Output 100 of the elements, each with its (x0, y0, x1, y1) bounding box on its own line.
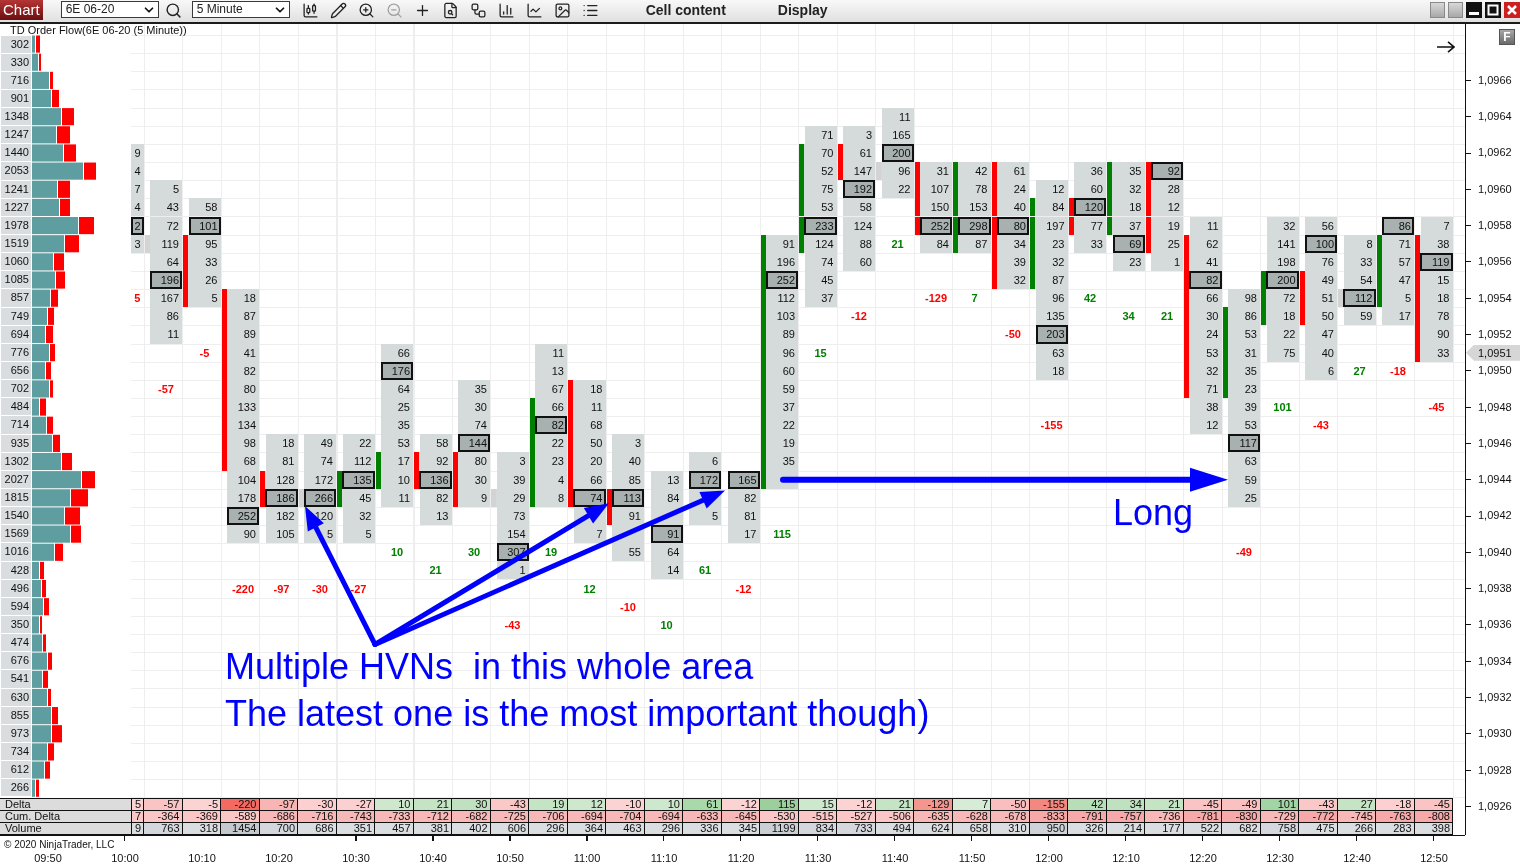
table-cell: 658 (952, 823, 991, 835)
footprint-cell: 14 (650, 561, 683, 580)
pencil-icon[interactable] (329, 2, 347, 19)
minimize-icon[interactable] (1466, 2, 1482, 18)
table-cell: 15 (798, 799, 837, 811)
table-cell: -729 (1260, 811, 1299, 823)
footprint-cell: 91 (650, 525, 683, 544)
volume-label: 302 (1, 35, 31, 53)
footprint-cell: 266 (298, 488, 336, 507)
volume-label: 935 (1, 434, 31, 452)
table-cell: 364 (567, 823, 606, 835)
table-cell: 7 (132, 811, 144, 823)
volume-label: 330 (1, 53, 31, 71)
instrument-dropdown[interactable]: 6E 06-20 (60, 1, 159, 18)
list-icon[interactable] (581, 2, 599, 19)
footprint-cell: 89 (221, 325, 259, 344)
tile-button[interactable] (1430, 2, 1445, 18)
table-cell: 494 (875, 823, 914, 835)
footprint-cell: 17 (727, 525, 760, 544)
file-search-icon[interactable] (441, 2, 459, 19)
price-label: 1,0952 (1478, 327, 1512, 341)
footprint-cell: 13 (419, 506, 452, 526)
delta-value: 21 (1160, 309, 1174, 325)
menu-item[interactable]: Display (777, 0, 828, 20)
delta-value: 10 (660, 617, 673, 633)
time-label: 10:20 (264, 852, 294, 865)
volume-label: 1085 (1, 271, 31, 289)
footprint-cell: 40 (612, 452, 644, 471)
table-cell: 682 (1222, 823, 1261, 835)
tile-button[interactable] (1448, 2, 1463, 18)
table-cell: 606 (490, 823, 529, 835)
footprint-cell: 5 (150, 180, 182, 199)
line-chart-icon[interactable] (525, 2, 543, 19)
footprint-cell: 197 (1030, 216, 1068, 235)
volume-label: 2027 (1, 470, 31, 488)
table-cell: -364 (144, 811, 183, 823)
footprint-cell: 18 (265, 434, 298, 453)
volume-label: 350 (1, 616, 31, 634)
delta-value: -18 (1390, 363, 1406, 379)
table-cell: 177 (1145, 823, 1184, 835)
table-cell: 19 (529, 799, 568, 811)
delta-value: -43 (1313, 418, 1329, 434)
footprint-cell: 298 (953, 216, 991, 235)
time-label: 10:10 (187, 852, 217, 865)
delta-value: -12 (851, 309, 867, 325)
footprint-cell: 61 (837, 143, 875, 163)
price-label: 1,0932 (1478, 690, 1512, 704)
table-cell: 624 (914, 823, 953, 835)
table-cell: 283 (1376, 823, 1415, 835)
flowchart-icon[interactable] (469, 2, 487, 19)
table-cell: -781 (1183, 811, 1222, 823)
volume-label: 857 (1, 289, 31, 307)
table-cell: -682 (452, 811, 491, 823)
footprint-cell: 35 (1107, 162, 1145, 181)
menu-item[interactable]: Cell content (645, 0, 726, 20)
time-label: 11:20 (726, 852, 756, 865)
footprint-cell: 55 (612, 543, 644, 562)
delta-value: 42 (1083, 291, 1097, 307)
footprint-cell: 144 (458, 434, 490, 453)
table-cell: -694 (567, 811, 606, 823)
table-cell: 30 (452, 799, 491, 811)
search-icon[interactable] (164, 2, 182, 19)
footprint-cell: 35 (381, 416, 413, 435)
table-cell: 1199 (760, 823, 799, 835)
footprint-cell: 25 (381, 398, 413, 417)
price-label: 1,0930 (1478, 727, 1512, 741)
footprint-cell: 81 (265, 452, 298, 471)
chart-title: TD Order Flow(6E 06-20 (5 Minute)) (10, 25, 187, 36)
image-icon[interactable] (553, 2, 571, 19)
footprint-cell: 105 (265, 525, 298, 544)
table-cell: -678 (991, 811, 1030, 823)
volume-label: 1302 (1, 452, 31, 470)
candlestick-icon[interactable] (301, 2, 319, 19)
price-label: 1,0966 (1478, 73, 1512, 87)
footprint-cell: 43 (150, 198, 182, 217)
footprint-cell: 119 (144, 234, 182, 253)
footprint-cell: 13 (650, 470, 683, 489)
footprint-cell: 7 (131, 180, 144, 199)
table-cell: -763 (1376, 811, 1415, 823)
table-cell: -12 (837, 799, 876, 811)
footprint-cell: 45 (804, 270, 837, 290)
zoom-in-icon[interactable] (357, 2, 375, 19)
volume-label: 1978 (1, 216, 31, 235)
table-cell: -725 (490, 811, 529, 823)
interval-dropdown[interactable]: 5 Minute (191, 1, 290, 18)
footprint-cell: 24 (991, 180, 1029, 199)
bar-chart-icon[interactable] (497, 2, 515, 19)
volume-label: 694 (1, 325, 31, 343)
close-icon[interactable] (1504, 2, 1520, 18)
footprint-cell: 19 (1145, 216, 1183, 235)
footprint-cell: 112 (1338, 289, 1376, 308)
table-cell: -369 (182, 811, 221, 823)
footprint-cell: 53 (381, 434, 413, 453)
footprint-cell: 60 (1074, 180, 1106, 199)
maximize-icon[interactable] (1485, 2, 1501, 18)
footprint-cell: 30 (1184, 307, 1222, 326)
arrow-right-icon[interactable] (1437, 41, 1455, 53)
table-cell: 115 (760, 799, 799, 811)
table-cell: -830 (1222, 811, 1261, 823)
price-label: 1,0962 (1478, 146, 1512, 160)
